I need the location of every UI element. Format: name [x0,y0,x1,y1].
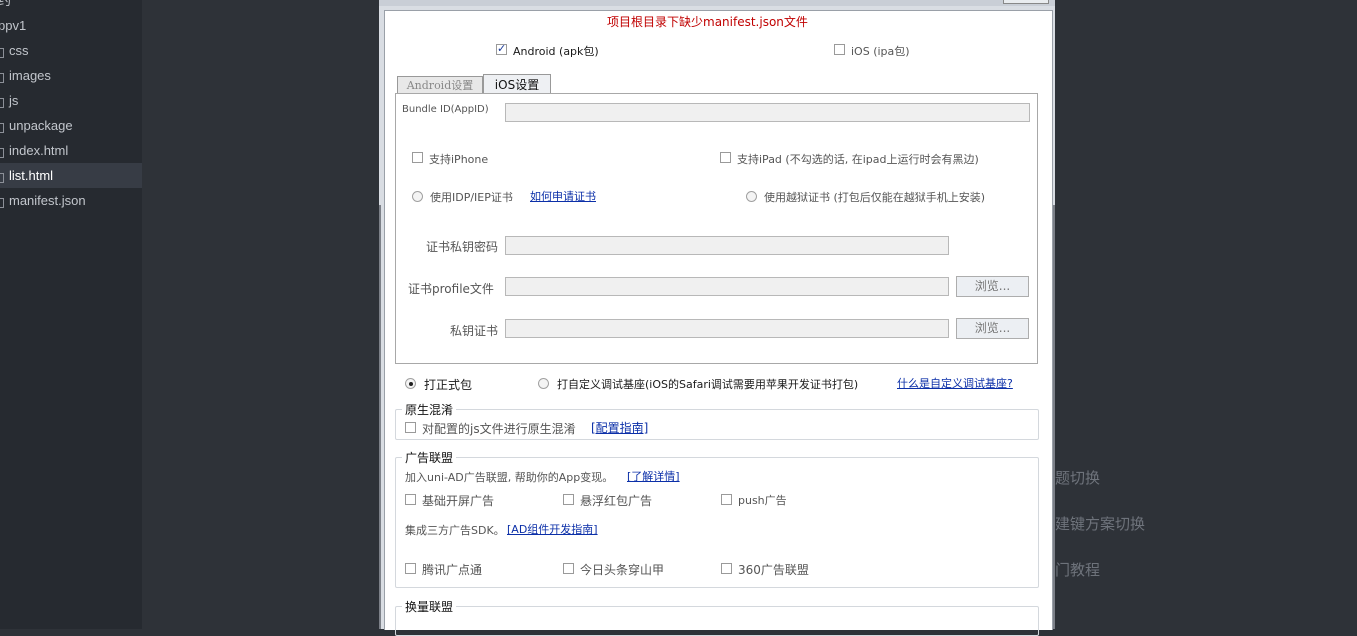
ad-option-label: push广告 [738,494,787,507]
ios-label: iOS (ipa包) [851,45,910,58]
obfuscation-guide-link[interactable]: [配置指南] [591,419,648,436]
dialog-content: 项目根目录下缺少manifest.json文件 Android (apk包) i… [384,10,1053,636]
tree-item-label: index.html [9,143,69,158]
cert-password-input[interactable] [505,236,949,255]
support-iphone-checkbox[interactable] [412,152,423,163]
tree-item-unpackage[interactable]: unpackage [0,113,142,138]
ad-sdk-label: 360广告联盟 [738,563,809,577]
how-to-apply-cert-link[interactable]: 如何申请证书 [530,188,596,204]
tree-item-js[interactable]: js [0,88,142,113]
custom-base-radio[interactable] [538,378,549,389]
ad-learn-more-link[interactable]: [了解详情] [627,468,680,484]
third-party-sdk-text: 集成三方广告SDK。 [405,524,505,537]
publish-dialog: 项目根目录下缺少manifest.json文件 Android (apk包) i… [379,0,1055,636]
custom-base-help-link[interactable]: 什么是自定义调试基座? [897,375,1013,391]
ios-settings-panel: Bundle ID(AppID) 支持iPhone 支持iPad (不勾选的话,… [395,93,1038,364]
ios-checkbox[interactable] [834,44,845,55]
android-checkbox[interactable] [496,42,507,55]
scrollbar[interactable] [1053,205,1055,629]
android-label: Android (apk包) [513,45,599,58]
browse-private-cert-button[interactable]: 浏览... [956,318,1029,339]
ad-option-label: 基础开屏广告 [422,494,495,508]
folder-icon [0,123,4,133]
ad-intro-text: 加入uni-AD广告联盟, 帮助你的App变现。 [405,471,614,484]
ad-option-checkbox[interactable] [721,494,732,505]
bundle-id-label: Bundle ID(AppID) [402,104,489,115]
ad-option-checkbox[interactable] [563,494,574,505]
ad-sdk-label: 今日头条穿山甲 [580,563,665,577]
custom-base-label: 打自定义调试基座(iOS的Safari调试需要用苹果开发证书打包) [557,378,859,391]
tree-item-label: images [9,68,51,83]
obfuscation-checkbox[interactable] [405,422,416,433]
ad-sdk-checkbox[interactable] [563,563,574,574]
ad-title: 广告联盟 [402,449,457,466]
release-build-radio[interactable] [405,378,416,389]
dialog-border [379,205,381,629]
tree-item-css[interactable]: css [0,38,142,63]
tree-item-index-html[interactable]: index.html [0,138,142,163]
warning-text: 项目根目录下缺少manifest.json文件 [607,15,808,29]
welcome-hint[interactable]: 门教程 [1055,559,1100,580]
obfuscation-label: 对配置的js文件进行原生混淆 [422,422,576,436]
ad-option-label: 悬浮红包广告 [580,494,653,508]
ad-sdk-checkbox[interactable] [721,563,732,574]
tree-item-manifest-json[interactable]: manifest.json [0,188,142,213]
tab-android-settings[interactable]: Android设置 [397,76,483,94]
close-button[interactable] [1003,0,1049,4]
support-ipad-label: 支持iPad (不勾选的话, 在ipad上运行时会有黑边) [737,153,979,166]
support-ipad-checkbox[interactable] [720,152,731,163]
folder-icon [0,98,4,108]
jailbreak-cert-label: 使用越狱证书 (打包后仅能在越狱手机上安装) [764,191,986,204]
folder-icon [0,73,4,83]
browse-profile-button[interactable]: 浏览... [956,276,1029,297]
release-build-label: 打正式包 [424,378,473,392]
tree-item-images[interactable]: images [0,63,142,88]
support-iphone-label: 支持iPhone [429,153,489,166]
private-cert-input[interactable] [505,319,949,338]
idp-cert-radio[interactable] [412,191,423,202]
private-cert-label: 私钥证书 [450,324,499,338]
tree-item-project[interactable]: ppv1 [0,13,142,38]
file-icon [0,198,4,208]
tree-item-label: js [9,93,19,108]
file-icon [0,148,4,158]
jailbreak-cert-radio[interactable] [746,191,757,202]
project-tree: 约 ppv1 css images js unpackage index.htm… [0,0,142,629]
profile-file-input[interactable] [505,277,949,296]
file-icon [0,173,4,183]
tab-ios-settings[interactable]: iOS设置 [483,74,551,94]
folder-icon [0,48,4,58]
profile-file-label: 证书profile文件 [408,282,494,296]
tree-item-label: unpackage [9,118,73,133]
idp-cert-label: 使用IDP/IEP证书 [430,191,513,204]
welcome-hint[interactable]: 题切换 [1055,467,1100,488]
welcome-hint[interactable]: 建键方案切换 [1055,513,1145,534]
exchange-title: 换量联盟 [402,598,457,615]
tree-item-label: manifest.json [9,193,86,208]
cert-password-label: 证书私钥密码 [426,240,499,254]
tree-item-label: 约 [0,0,12,8]
tree-item-label: list.html [9,168,54,183]
ad-sdk-label: 腾讯广点通 [422,563,483,577]
bundle-id-input[interactable] [505,103,1030,122]
exchange-group [395,606,1039,636]
tree-item-list-html[interactable]: list.html [0,163,142,188]
tree-item-label: ppv1 [0,18,27,33]
tree-item-label: css [9,43,29,58]
ad-sdk-checkbox[interactable] [405,563,416,574]
ad-option-checkbox[interactable] [405,494,416,505]
dialog-titlebar [379,0,1055,6]
ad-component-guide-link[interactable]: [AD组件开发指南] [507,521,598,537]
tree-item[interactable]: 约 [0,0,142,13]
obfuscation-title: 原生混淆 [402,401,457,418]
